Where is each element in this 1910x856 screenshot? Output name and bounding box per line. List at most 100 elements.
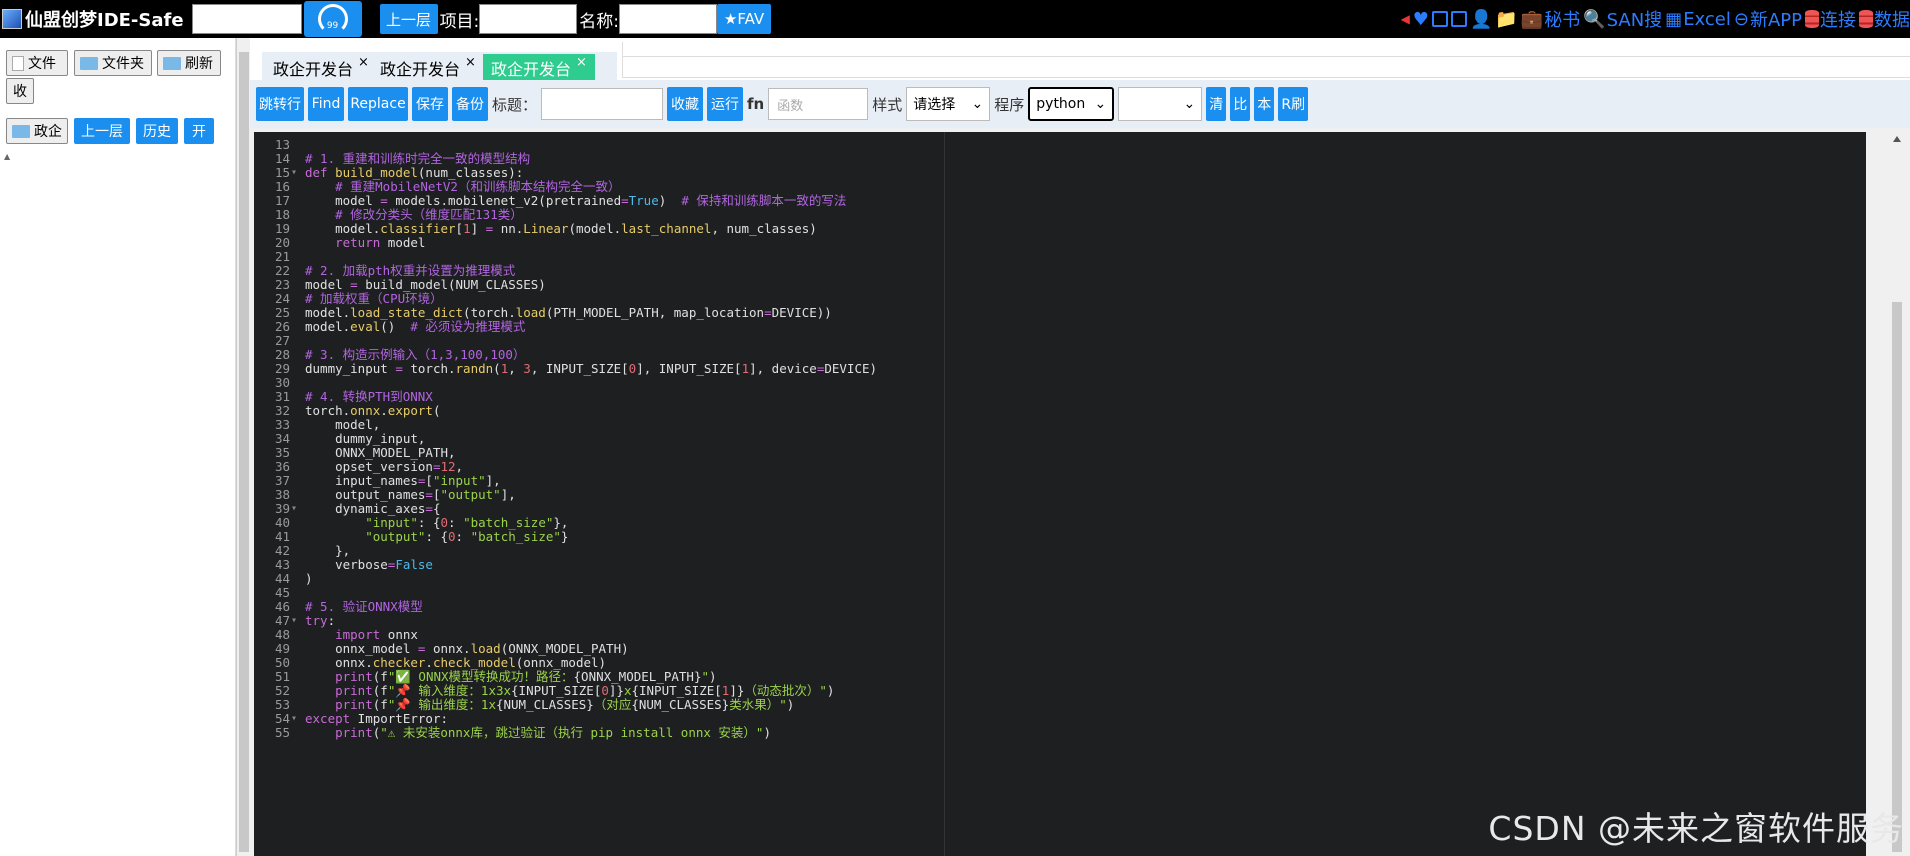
close-icon[interactable]: × bbox=[465, 55, 476, 70]
save-button[interactable]: 保存 bbox=[412, 87, 448, 121]
excel-icon: ▦ bbox=[1665, 8, 1683, 30]
menu-secret-book[interactable]: 💼 秘书 bbox=[1521, 6, 1580, 32]
gauge-value: 99 bbox=[326, 21, 339, 31]
user-icon[interactable]: 👤 bbox=[1470, 9, 1492, 30]
backup-button[interactable]: 备份 bbox=[452, 87, 488, 121]
favorite-button[interactable]: 收藏 bbox=[667, 87, 704, 121]
fn-label: fn bbox=[747, 95, 765, 113]
r-refresh-button[interactable]: R刷 bbox=[1278, 87, 1309, 121]
compare-button[interactable]: 比 bbox=[1230, 87, 1251, 121]
menu-excel[interactable]: ▦ Excel bbox=[1665, 9, 1731, 30]
project-input[interactable] bbox=[479, 4, 578, 34]
project-label: 项目: bbox=[439, 11, 480, 32]
gauge-icon: 99 bbox=[317, 4, 348, 34]
code-line[interactable]: 55 print("⚠ 未安装onnx库，跳过验证（执行 pip install… bbox=[254, 724, 1866, 741]
file-button[interactable]: 文件 bbox=[6, 50, 68, 76]
file-button-label: 文件 bbox=[28, 56, 56, 72]
left-scrollbar[interactable] bbox=[236, 38, 250, 856]
collapse-button[interactable]: 收 bbox=[6, 78, 34, 104]
layout-left-icon[interactable] bbox=[1431, 11, 1448, 27]
menu-secret-book-label: 秘书 bbox=[1544, 10, 1581, 31]
menu-new-app-label: 新APP bbox=[1749, 10, 1802, 31]
history-button[interactable]: 历史 bbox=[136, 118, 178, 144]
tab-gov-dev-2[interactable]: 政企开发台 × bbox=[372, 54, 484, 80]
tab-label: 政企开发台 bbox=[491, 60, 572, 79]
heart-icon[interactable]: ♥ bbox=[1413, 9, 1429, 30]
run-button[interactable]: 运行 bbox=[707, 87, 744, 121]
database-icon bbox=[1805, 10, 1819, 28]
tab-gov-dev-1[interactable]: 政企开发台 × bbox=[265, 54, 377, 80]
code-editor[interactable]: 13 14 # 1. 重建和训练时完全一致的模型结构 15 ▾ def build_mod… bbox=[254, 132, 1866, 856]
menu-san-search-label: SAN搜 bbox=[1606, 10, 1663, 31]
top-search-input[interactable] bbox=[191, 4, 302, 34]
fav-button[interactable]: ★FAV bbox=[717, 4, 772, 34]
function-input[interactable]: 函数 bbox=[768, 88, 869, 120]
program-select[interactable]: python ⌄ bbox=[1028, 87, 1115, 121]
find-button[interactable]: Find bbox=[308, 87, 344, 121]
briefcase-icon: 💼 bbox=[1520, 8, 1544, 30]
gov-button[interactable]: 政企 bbox=[6, 118, 68, 144]
watermark: CSDN @未来之窗软件服务 bbox=[1488, 809, 1904, 848]
code-text: print("⚠ 未安装onnx库，跳过验证（执行 pip install on… bbox=[335, 725, 771, 740]
editor-scrollbar[interactable] bbox=[1890, 132, 1904, 856]
menu-connect[interactable]: 连接 bbox=[1805, 6, 1856, 32]
chevron-down-icon: ⌄ bbox=[1094, 96, 1107, 112]
caret-left-icon[interactable]: ◀ bbox=[1401, 12, 1410, 26]
folder-icon bbox=[12, 124, 30, 138]
chevron-down-icon: ⌄ bbox=[971, 96, 984, 112]
folder-icon[interactable]: 📁 bbox=[1495, 9, 1517, 30]
extra-select[interactable]: ⌄ bbox=[1118, 87, 1203, 121]
top-up-button[interactable]: 上一层 bbox=[379, 4, 438, 34]
menu-new-app[interactable]: ⊖ 新APP bbox=[1734, 6, 1802, 32]
left-scrollbar-thumb[interactable] bbox=[239, 52, 249, 852]
tree-caret-icon[interactable]: ▲ bbox=[4, 152, 10, 161]
app-logo: 仙盟创梦IDE-Safe bbox=[0, 0, 184, 38]
editor-scrollbar-thumb[interactable] bbox=[1892, 302, 1902, 852]
name-label: 名称: bbox=[579, 11, 620, 32]
replace-button[interactable]: Replace bbox=[348, 87, 408, 121]
goto-line-button[interactable]: 跳转行 bbox=[256, 87, 304, 121]
program-label: 程序 bbox=[994, 95, 1025, 114]
folder-icon bbox=[163, 56, 181, 70]
menu-data-label: 数据 bbox=[1874, 10, 1910, 31]
name-input[interactable] bbox=[619, 4, 718, 34]
close-icon[interactable]: × bbox=[358, 55, 369, 70]
local-button[interactable]: 本 bbox=[1254, 87, 1275, 121]
editor-toolbar: 跳转行 Find Replace 保存 备份 标题： 收藏 运行 fn 函数 样… bbox=[250, 80, 1910, 128]
line-number: 55 bbox=[274, 725, 290, 740]
search-icon: 🔍 bbox=[1583, 8, 1606, 30]
open-button[interactable]: 开 bbox=[184, 118, 214, 144]
title-input[interactable] bbox=[541, 88, 664, 120]
tab-label: 政企开发台 bbox=[273, 60, 354, 79]
layout-bottom-icon[interactable] bbox=[1450, 11, 1467, 27]
style-select-value: 请选择 bbox=[913, 97, 956, 113]
folder-icon bbox=[80, 56, 98, 70]
style-label: 样式 bbox=[872, 95, 903, 114]
database-icon bbox=[1859, 10, 1873, 28]
file-panel: 文件 文件夹 刷新 收 政企 上一层 历史 开 ▲ bbox=[0, 38, 236, 856]
close-icon[interactable]: × bbox=[576, 55, 587, 70]
folder-button[interactable]: 文件夹 bbox=[74, 50, 152, 76]
tab-label: 政企开发台 bbox=[380, 60, 461, 79]
folder-button-label: 文件夹 bbox=[102, 56, 144, 72]
gov-button-label: 政企 bbox=[34, 124, 62, 140]
style-select[interactable]: 请选择 ⌄ bbox=[906, 87, 991, 121]
program-select-value: python bbox=[1036, 96, 1086, 112]
title-label: 标题： bbox=[492, 95, 538, 114]
refresh-button[interactable]: 刷新 bbox=[157, 50, 221, 76]
ide-window: 仙盟创梦IDE-Safe 99 上一层 项目: 名称: ★FAV ◀ ♥ 👤 📁… bbox=[0, 0, 1910, 856]
top-right-menu: ◀ ♥ 👤 📁 💼 秘书 🔍 SAN搜 ▦ Excel ⊖ 新APP 连接 数据 bbox=[1401, 0, 1910, 38]
menu-excel-label: Excel bbox=[1683, 8, 1731, 30]
clear-button[interactable]: 清 bbox=[1206, 87, 1227, 121]
left-up-button[interactable]: 上一层 bbox=[74, 118, 130, 144]
menu-connect-label: 连接 bbox=[1820, 10, 1856, 31]
gauge-widget[interactable]: 99 bbox=[303, 1, 362, 37]
menu-data[interactable]: 数据 bbox=[1859, 6, 1910, 32]
app-title: 仙盟创梦IDE-Safe bbox=[25, 10, 184, 31]
scroll-up-arrow-icon[interactable] bbox=[1893, 136, 1901, 142]
top-bar: 仙盟创梦IDE-Safe 99 上一层 项目: 名称: ★FAV ◀ ♥ 👤 📁… bbox=[0, 0, 1910, 38]
tab-bar-right-area bbox=[622, 56, 1910, 78]
tab-gov-dev-3[interactable]: 政企开发台 × bbox=[483, 54, 595, 80]
menu-san-search[interactable]: 🔍 SAN搜 bbox=[1583, 6, 1662, 32]
minus-circle-icon: ⊖ bbox=[1733, 8, 1749, 30]
